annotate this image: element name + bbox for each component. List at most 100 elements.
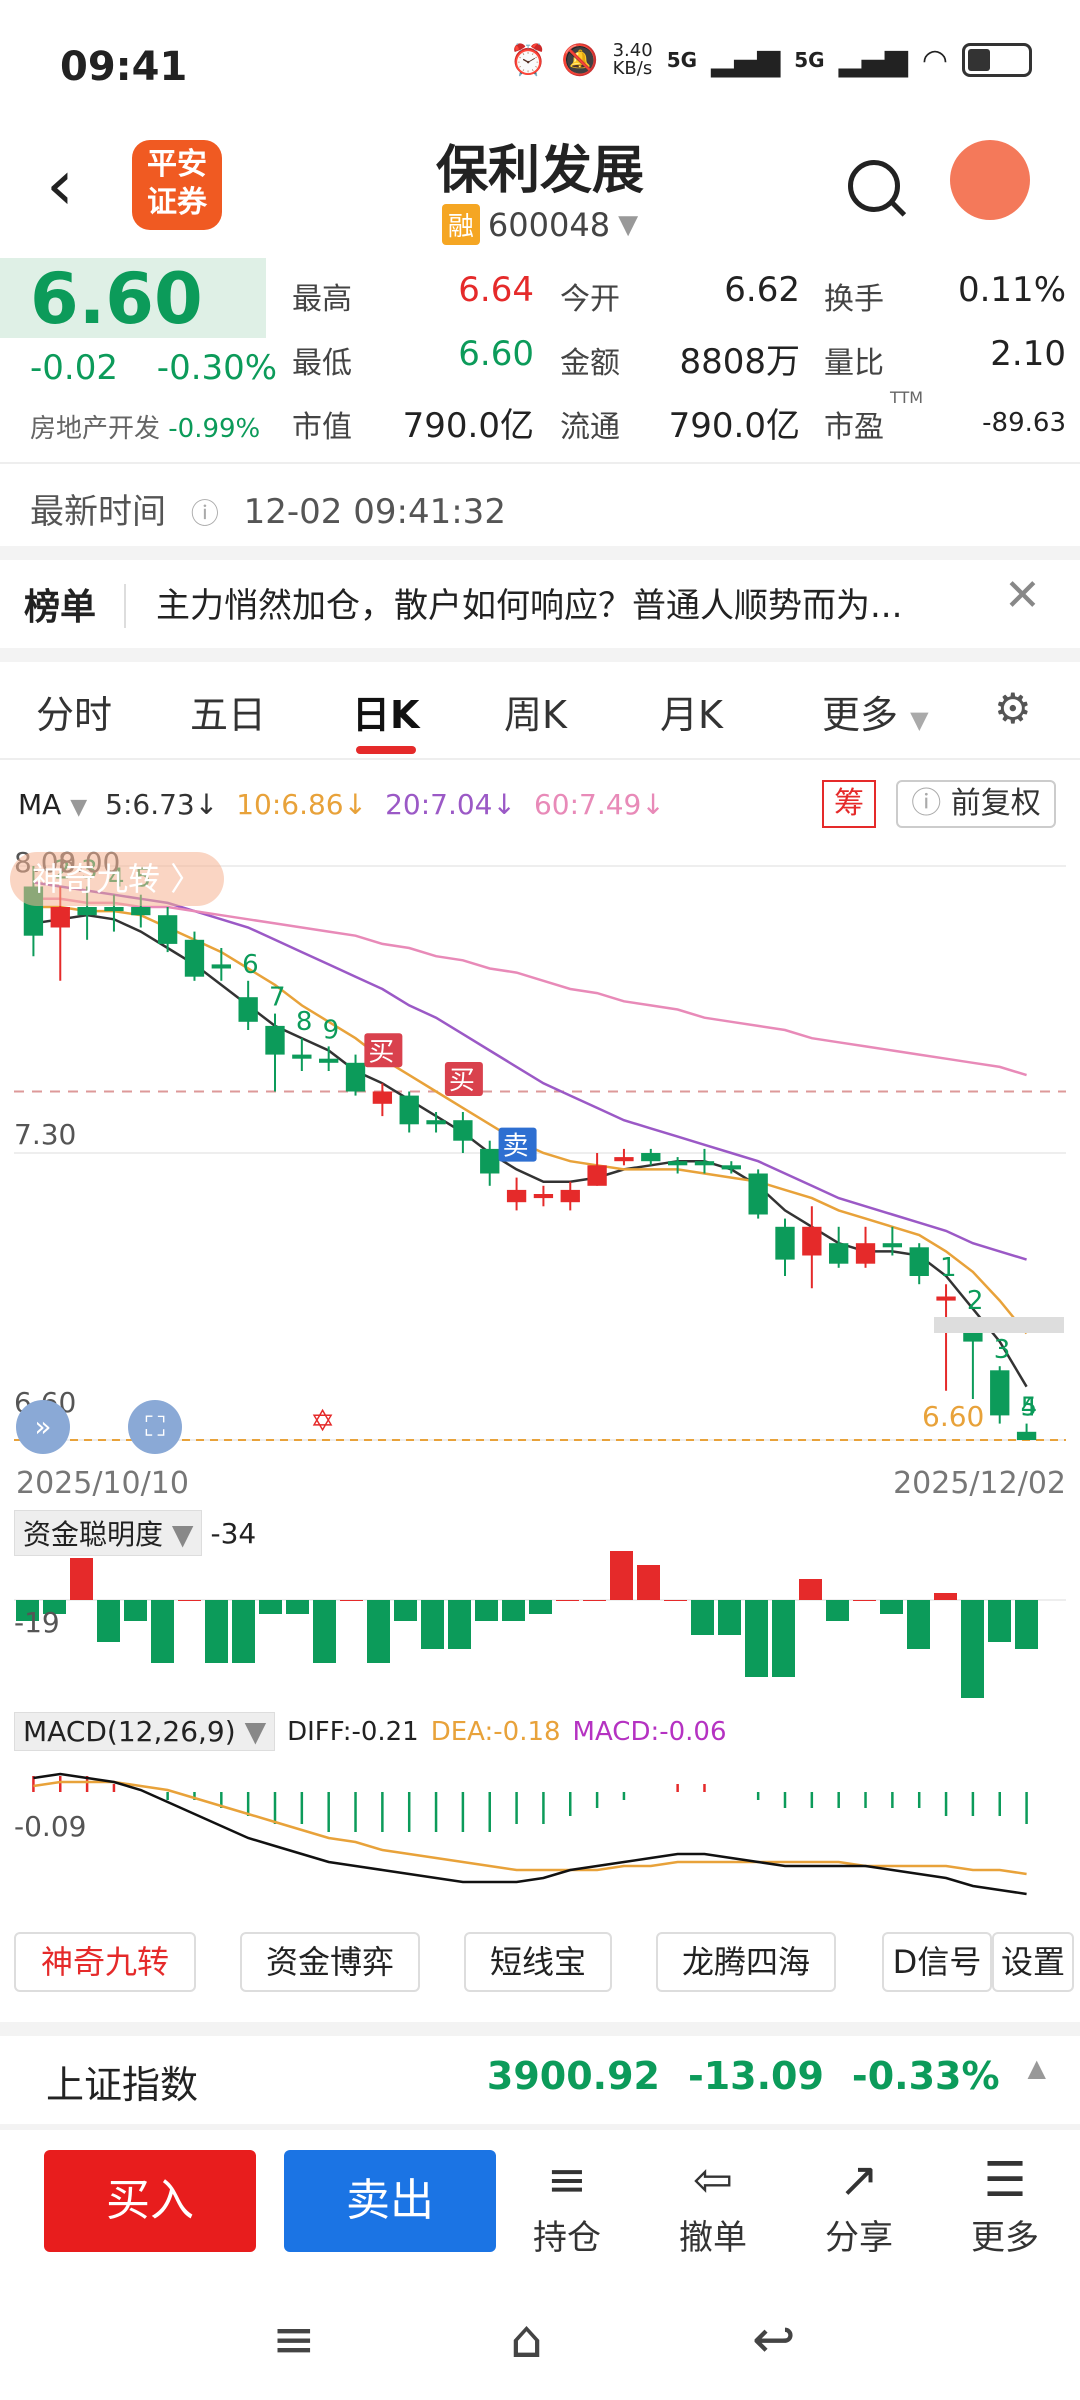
candle-body bbox=[721, 1165, 741, 1170]
news-headline[interactable]: 主力悄然加仓，散户如何响应？普通人顺势而为... bbox=[156, 578, 1006, 627]
stock-code-selector[interactable]: 融 600048 ▼ bbox=[0, 204, 1080, 245]
ma-item: 20:7.04↓ bbox=[385, 788, 516, 821]
shortcut-short-line[interactable]: 短线宝 bbox=[464, 1932, 612, 1992]
buy-button[interactable]: 买入 bbox=[44, 2150, 256, 2252]
candle-body bbox=[184, 939, 205, 977]
fund-bar bbox=[97, 1600, 120, 1642]
cancel-order-button[interactable]: ⇦ 撤单 bbox=[658, 2150, 768, 2259]
candle-body bbox=[829, 1243, 849, 1264]
fund-bar bbox=[934, 1593, 957, 1600]
net-speed: 3.40 KB/s bbox=[612, 40, 653, 79]
fund-bar bbox=[286, 1600, 309, 1614]
candle-body bbox=[157, 915, 178, 944]
fund-bar bbox=[232, 1600, 255, 1663]
sector-link[interactable]: 房地产开发 -0.99% bbox=[30, 408, 260, 445]
fullscreen-icon[interactable]: ⛶ bbox=[128, 1400, 182, 1454]
menu-nav-icon[interactable]: ≡ bbox=[272, 2310, 316, 2370]
quote-value: 790.0亿 bbox=[668, 406, 800, 446]
cancel-order-icon: ⇦ bbox=[692, 2152, 734, 2208]
shortcut-fund-game[interactable]: 资金博弈 bbox=[240, 1932, 420, 1992]
buy-signal-tag: 买 bbox=[368, 1037, 394, 1067]
search-icon[interactable] bbox=[848, 160, 900, 212]
positions-button[interactable]: ≡ 持仓 bbox=[512, 2150, 622, 2259]
share-button[interactable]: ↗ 分享 bbox=[804, 2150, 914, 2259]
share-label: 分享 bbox=[825, 2218, 893, 2258]
rank-tag[interactable]: 榜单 bbox=[24, 578, 96, 630]
shortcut-dragon[interactable]: 龙腾四海 bbox=[656, 1932, 836, 1992]
adjust-button[interactable]: ⓘ 前复权 bbox=[896, 780, 1056, 828]
candle-body bbox=[802, 1226, 822, 1256]
shortcut-d-signal[interactable]: D信号 bbox=[882, 1932, 992, 1992]
index-values[interactable]: 3900.92 -13.09 -0.33% ▲ bbox=[487, 2054, 1046, 2098]
quote-label: 市盈 bbox=[824, 410, 884, 445]
fund-bar bbox=[259, 1600, 282, 1614]
close-icon[interactable]: ✕ bbox=[1004, 570, 1041, 621]
candle-body bbox=[292, 1054, 312, 1059]
last-price-tag: 6.60 bbox=[922, 1400, 985, 1433]
chip-distribution-button[interactable]: 筹 bbox=[822, 780, 876, 828]
nine-turn-tag[interactable]: 神奇九转 〉 bbox=[10, 852, 225, 906]
candle-body bbox=[238, 997, 258, 1022]
ma-legend[interactable]: MA ▼ 5:6.73↓ 10:6.86↓ 20:7.04↓ 60:7.49↓ bbox=[18, 788, 665, 821]
tab-weekly-k[interactable]: 周K bbox=[504, 684, 567, 739]
signal-5g-1: 5G bbox=[666, 48, 698, 72]
ma-line-10 bbox=[33, 905, 1028, 1335]
macd-label-text: MACD(12,26,9) bbox=[23, 1715, 236, 1748]
candle-body bbox=[77, 907, 97, 916]
sector-name: 房地产开发 bbox=[30, 414, 161, 444]
quote-value: 0.11% bbox=[957, 270, 1066, 310]
fund-bar bbox=[583, 1600, 606, 1601]
cancel-order-label: 撤单 bbox=[679, 2218, 747, 2258]
star-marker-icon[interactable]: ✡ bbox=[310, 1404, 335, 1439]
diff-line bbox=[33, 1772, 1027, 1896]
ma-item: 60:7.49↓ bbox=[533, 788, 665, 821]
fund-bar bbox=[421, 1600, 444, 1649]
fund-indicator-value: -34 bbox=[210, 1516, 257, 1550]
fund-bar bbox=[637, 1565, 660, 1600]
fund-bar bbox=[799, 1579, 822, 1600]
nine-count-label: 9 bbox=[323, 1015, 340, 1045]
candle-body bbox=[533, 1194, 554, 1199]
home-nav-icon[interactable]: ⌂ bbox=[510, 2310, 543, 2370]
quote-label: 换手 bbox=[824, 282, 884, 317]
macd-header[interactable]: MACD(12,26,9) ▼ DIFF:-0.21 DEA:-0.18 MAC… bbox=[14, 1712, 727, 1751]
tab-intraday[interactable]: 分时 bbox=[36, 684, 112, 739]
tab-daily-k[interactable]: 日K bbox=[352, 684, 419, 739]
fund-bar bbox=[880, 1600, 903, 1614]
fund-bar bbox=[502, 1600, 525, 1621]
sell-button[interactable]: 卖出 bbox=[284, 2150, 496, 2252]
gear-icon[interactable]: ⚙ bbox=[994, 684, 1032, 733]
candle-body bbox=[399, 1095, 419, 1125]
tab-more-label: 更多 bbox=[822, 693, 899, 737]
rong-badge: 融 bbox=[441, 204, 480, 245]
expand-icon[interactable]: » bbox=[16, 1400, 70, 1454]
quote-value: 6.60 bbox=[458, 334, 534, 374]
macd-chart bbox=[32, 1772, 1028, 1896]
index-percent: -0.33% bbox=[851, 2054, 1000, 2098]
candle-body bbox=[641, 1153, 661, 1162]
tab-monthly-k[interactable]: 月K bbox=[660, 684, 723, 739]
back-nav-icon[interactable]: ↩ bbox=[752, 2310, 796, 2370]
tab-underline bbox=[356, 746, 416, 754]
index-name[interactable]: 上证指数 bbox=[46, 2054, 198, 2109]
more-button[interactable]: ☰ 更多 bbox=[950, 2150, 1060, 2259]
fund-bar bbox=[448, 1600, 471, 1649]
nine-count-label: 6 bbox=[242, 950, 259, 980]
y-axis-mid: 7.30 bbox=[14, 1118, 77, 1151]
shortcut-nine-turn[interactable]: 神奇九转 bbox=[14, 1932, 196, 1992]
candle-body bbox=[909, 1247, 929, 1276]
fund-indicator-chart bbox=[14, 1551, 1066, 1698]
update-label: 最新时间 bbox=[30, 492, 166, 532]
quote-label: 最高 bbox=[292, 282, 352, 317]
nine-count-label: 7 bbox=[269, 983, 286, 1013]
kline-chart[interactable]: 2345678912345买买卖 bbox=[0, 840, 1080, 1460]
macd-value: MACD:-0.06 bbox=[572, 1716, 727, 1747]
candle-body bbox=[372, 1091, 393, 1104]
tab-more[interactable]: 更多 ▼ bbox=[822, 684, 929, 739]
signal-bars-icon: ▂▄▆ bbox=[838, 42, 908, 78]
info-icon[interactable]: ⓘ bbox=[191, 497, 219, 530]
tab-five-day[interactable]: 五日 bbox=[190, 684, 266, 739]
avatar[interactable] bbox=[950, 140, 1030, 220]
quote-value: -89.63 bbox=[982, 408, 1066, 438]
settings-button[interactable]: 设置 bbox=[992, 1932, 1074, 1992]
